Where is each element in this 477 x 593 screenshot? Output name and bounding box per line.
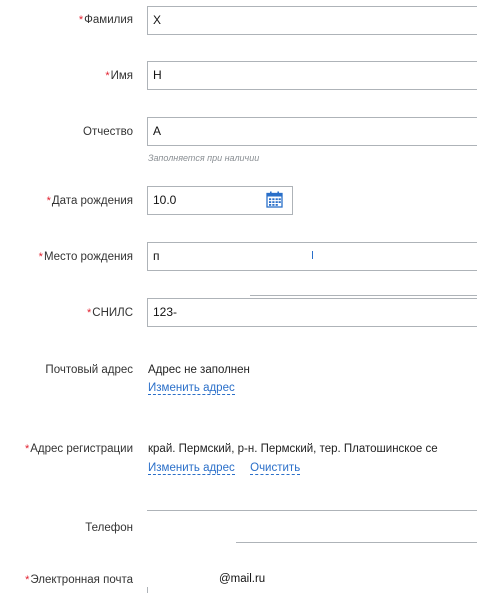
snils-label: *СНИЛС <box>86 307 133 319</box>
required-mark: * <box>25 574 30 586</box>
birth-date-label: *Дата рождения <box>46 195 133 207</box>
name-field[interactable] <box>147 61 477 90</box>
email-field[interactable]: @mail.ru <box>147 566 477 593</box>
required-mark: * <box>24 443 30 455</box>
postal-address-actions: Изменить адрес <box>148 382 235 395</box>
required-mark: * <box>78 14 84 26</box>
patronymic-field[interactable] <box>147 117 477 146</box>
registration-address-actions: Изменить адрес Очистить <box>148 462 301 475</box>
email-field-corner <box>147 587 148 593</box>
calendar-icon[interactable] <box>266 191 283 208</box>
text-cursor <box>312 251 313 259</box>
snils-field[interactable] <box>147 298 477 327</box>
surname-input[interactable] <box>148 7 477 34</box>
required-mark: * <box>86 307 92 319</box>
name-label: *Имя <box>105 70 133 82</box>
email-label: *Электронная почта <box>25 574 133 586</box>
clear-registration-address-link[interactable]: Очистить <box>250 462 301 475</box>
surname-label: *Фамилия <box>78 14 133 26</box>
required-mark: * <box>105 70 110 82</box>
required-mark: * <box>46 195 51 207</box>
change-registration-address-link[interactable]: Изменить адрес <box>148 462 235 475</box>
name-input[interactable] <box>148 62 477 89</box>
patronymic-label: Отчество <box>83 126 133 138</box>
snils-input[interactable] <box>148 299 477 326</box>
patronymic-hint: Заполняется при наличии <box>148 153 260 163</box>
phone-field[interactable] <box>147 511 477 542</box>
change-postal-address-link[interactable]: Изменить адрес <box>148 382 235 395</box>
email-value: @mail.ru <box>219 573 266 585</box>
postal-address-label: Почтовый адрес <box>45 364 133 376</box>
birth-place-label: *Место рождения <box>38 251 133 263</box>
phone-label: Телефон <box>85 522 133 534</box>
phone-bottom-line <box>236 542 477 543</box>
required-mark: * <box>38 251 43 263</box>
snils-top-line <box>250 295 477 296</box>
registration-address-value: край. Пермский, р-н. Пермский, тер. Плат… <box>148 443 438 455</box>
postal-address-value: Адрес не заполнен <box>148 364 250 376</box>
patronymic-input[interactable] <box>148 118 477 145</box>
surname-field[interactable] <box>147 6 477 35</box>
registration-address-label: *Адрес регистрации <box>24 443 133 455</box>
